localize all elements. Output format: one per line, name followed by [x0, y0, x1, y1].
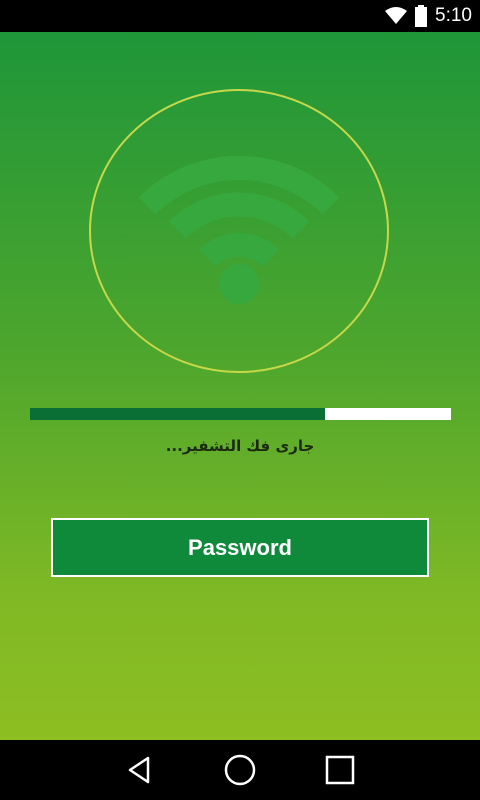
app-screen: جارى فك التشفير... Password: [0, 32, 480, 740]
wifi-icon: [385, 7, 408, 24]
battery-icon: [415, 5, 428, 27]
home-icon[interactable]: [222, 752, 258, 788]
decrypting-status-text: جارى فك التشفير...: [165, 437, 315, 455]
progress-fill: [30, 408, 325, 420]
recents-icon[interactable]: [322, 752, 358, 788]
status-icons: 5:10: [385, 0, 472, 32]
wifi-icon-large: [89, 89, 389, 373]
decrypt-progress-bar: [30, 408, 451, 420]
status-bar: 5:10: [0, 0, 480, 32]
back-icon[interactable]: [122, 752, 158, 788]
clock: 5:10: [435, 5, 472, 26]
password-button[interactable]: Password: [51, 518, 429, 577]
navigation-bar: [0, 740, 480, 800]
